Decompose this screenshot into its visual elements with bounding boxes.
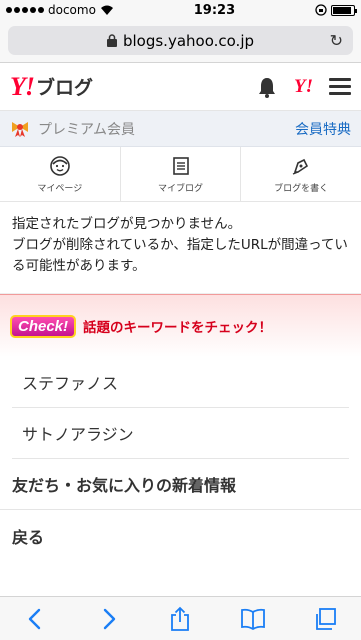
nav-item-myblog[interactable]: マイブログ [121,147,242,201]
error-line-1: 指定されたブログが見つかりません。 [12,216,242,232]
book-icon [240,608,265,630]
nav-label: マイブログ [158,183,204,194]
browser-toolbar [0,596,361,640]
member-benefits-link[interactable]: 会員特典 [295,119,351,139]
keyword-item[interactable]: サトノアラジン [12,408,349,459]
ribbon-icon [12,121,28,137]
blog-logo-text: ブログ [36,77,94,99]
error-line-2: ブログが削除されているか、指定したURLが間違っている可能性があります。 [12,237,348,274]
document-icon [172,156,189,175]
error-message: 指定されたブログが見つかりません。 ブログが削除されているか、指定したURLが間… [0,202,361,294]
nav-label: マイページ [37,183,83,194]
browser-chrome: blogs.yahoo.co.jp ↻ [0,20,361,63]
wifi-icon [100,5,113,15]
premium-member-label: プレミアム会員 [38,121,136,138]
battery-icon [330,4,357,16]
share-button[interactable] [165,604,195,634]
clock: 19:23 [193,2,236,18]
keyword-item[interactable]: ステファノス [12,357,349,408]
url-bar[interactable]: blogs.yahoo.co.jp ↻ [8,26,353,55]
status-left: docomo [6,3,114,17]
friends-updates-link[interactable]: 友だち・お気に入りの新着情報 [0,459,361,510]
back-button[interactable] [21,604,51,634]
url-text: blogs.yahoo.co.jp [122,31,255,50]
bell-icon[interactable] [256,76,278,98]
forward-button[interactable] [93,604,123,634]
yahoo-blog-logo[interactable]: Y! ブログ [10,72,93,102]
back-link[interactable]: 戻る [0,510,361,561]
status-bar: docomo 19:23 [0,0,361,20]
trending-title: 話題のキーワードをチェック！ [83,320,273,336]
hamburger-menu-icon[interactable] [329,78,351,95]
lock-icon [106,34,117,47]
header-actions: Y! [256,76,351,98]
trending-keywords-section: Check! 話題のキーワードをチェック！ ステファノス サトノアラジン [0,294,361,459]
trending-header: Check! 話題のキーワードをチェック！ [0,295,361,357]
rotation-lock-icon [315,4,327,16]
tabs-button[interactable] [310,604,340,634]
check-badge: Check! [10,314,77,338]
status-right [315,4,357,16]
chevron-left-icon [28,608,41,629]
yahoo-logo-mark: Y! [10,71,35,101]
carrier-name: docomo [48,3,96,17]
nav-item-write-blog[interactable]: ブログを書く [241,147,361,201]
yahoo-home-link[interactable]: Y! [294,76,313,98]
premium-bar: プレミアム会員 会員特典 [0,111,361,147]
share-icon [171,606,190,631]
site-header: Y! ブログ Y! [0,63,361,111]
nav-label: ブログを書く [274,183,329,194]
chevron-right-icon [104,608,116,629]
nav-item-mypage[interactable]: マイページ [0,147,121,201]
tabs-icon [315,607,336,630]
face-icon [50,155,70,176]
blog-nav: マイページ マイブログ ブログを書く [0,147,361,202]
bookmarks-button[interactable] [238,604,268,634]
pen-icon [292,158,309,175]
reload-icon[interactable]: ↻ [330,31,343,50]
signal-icon [6,7,44,13]
